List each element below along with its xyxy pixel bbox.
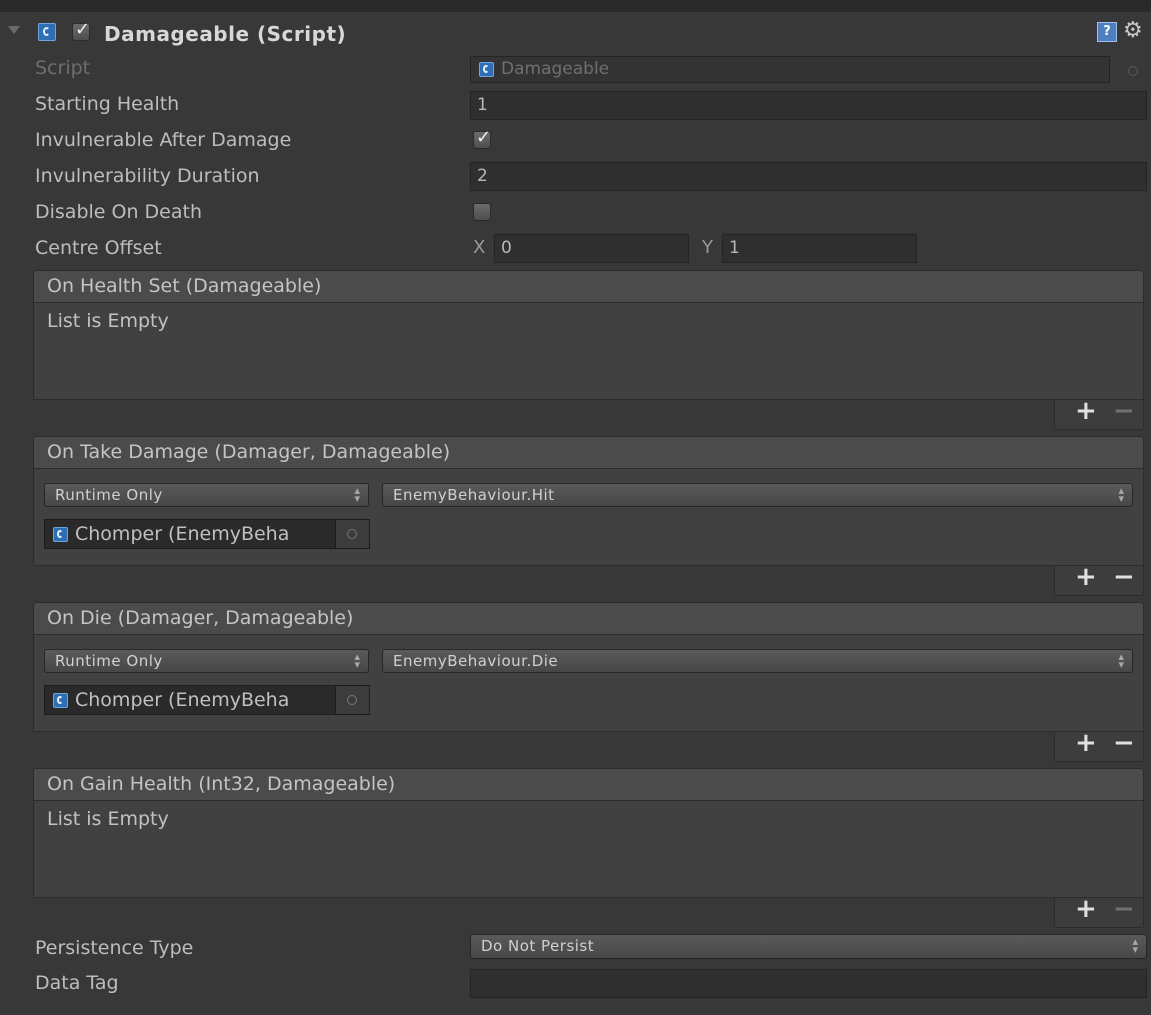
checkmark-icon: ✓: [476, 127, 492, 148]
function-dropdown[interactable]: EnemyBehaviour.Die ▴ ▾: [382, 649, 1133, 673]
starting-health-field[interactable]: 1: [470, 91, 1147, 120]
empty-list-text: List is Empty: [47, 310, 169, 332]
event-list: Runtime Only ▴ ▾ EnemyBehaviour.Die ▴ ▾ Ch…: [33, 634, 1144, 732]
y-axis-label: Y: [702, 237, 713, 258]
event-title: On Die (Damager, Damageable): [47, 607, 354, 629]
invulnerable-row: Invulnerable After Damage ✓: [0, 124, 1151, 158]
on-take-damage-event: On Take Damage (Damager, Damageable) Run…: [33, 436, 1144, 596]
add-button[interactable]: +: [1075, 894, 1097, 924]
component-header[interactable]: ✓ Damageable (Script) ? ⚙: [0, 12, 1151, 52]
add-button[interactable]: +: [1075, 562, 1097, 592]
on-health-set-event: On Health Set (Damageable) List is Empty…: [33, 270, 1144, 430]
centre-offset-x-field[interactable]: 0: [494, 234, 689, 263]
script-icon: [53, 527, 68, 542]
remove-button[interactable]: −: [1113, 894, 1135, 924]
data-tag-label: Data Tag: [35, 972, 119, 994]
event-list: Runtime Only ▴ ▾ EnemyBehaviour.Hit ▴ ▾ Ch…: [33, 468, 1144, 566]
target-object-name: Chomper (EnemyBeha: [75, 523, 290, 545]
persistence-type-dropdown[interactable]: Do Not Persist ▴ ▾: [470, 934, 1147, 959]
event-list: List is Empty: [33, 302, 1144, 400]
checkmark-icon: ✓: [75, 19, 91, 40]
script-icon: [53, 693, 68, 708]
event-list: List is Empty: [33, 800, 1144, 898]
dropdown-arrow-icon: ▴ ▾: [1118, 484, 1124, 505]
on-die-event: On Die (Damager, Damageable) Runtime Onl…: [33, 602, 1144, 762]
script-icon: [479, 62, 494, 77]
component-title: Damageable (Script): [104, 22, 347, 46]
remove-button[interactable]: −: [1113, 728, 1135, 758]
script-field: Damageable: [470, 56, 1110, 83]
event-header: On Die (Damager, Damageable): [33, 602, 1144, 634]
help-icon[interactable]: ?: [1097, 22, 1117, 42]
gear-icon[interactable]: ⚙: [1123, 18, 1143, 43]
list-footer: + −: [1054, 562, 1144, 596]
runtime-mode-dropdown[interactable]: Runtime Only ▴ ▾: [44, 483, 369, 507]
add-button[interactable]: +: [1075, 396, 1097, 426]
dropdown-arrow-icon: ▴ ▾: [1132, 935, 1138, 956]
x-axis-label: X: [473, 237, 486, 258]
dropdown-arrow-icon: ▴ ▾: [1118, 650, 1124, 671]
persistence-type-row: Persistence Type Do Not Persist ▴ ▾: [0, 930, 1151, 966]
component-enabled-checkbox[interactable]: ✓: [72, 19, 91, 41]
invulnerability-duration-field[interactable]: 2: [470, 162, 1147, 191]
centre-offset-y-field[interactable]: 1: [722, 234, 917, 263]
invulnerability-duration-row: Invulnerability Duration 2: [0, 160, 1151, 194]
runtime-mode-dropdown[interactable]: Runtime Only ▴ ▾: [44, 649, 369, 673]
remove-button[interactable]: −: [1113, 562, 1135, 592]
centre-offset-label: Centre Offset: [35, 237, 162, 259]
event-header: On Health Set (Damageable): [33, 270, 1144, 302]
centre-offset-row: Centre Offset X 0 Y 1: [0, 232, 1151, 266]
on-gain-health-event: On Gain Health (Int32, Damageable) List …: [33, 768, 1144, 928]
list-footer: + −: [1054, 728, 1144, 762]
data-tag-row: Data Tag: [0, 966, 1151, 1002]
object-picker-button[interactable]: [336, 519, 370, 549]
starting-health-label: Starting Health: [35, 93, 180, 115]
object-picker-icon: [347, 695, 357, 705]
event-header: On Take Damage (Damager, Damageable): [33, 436, 1144, 468]
script-field-value: Damageable: [501, 59, 610, 79]
remove-button[interactable]: −: [1113, 396, 1135, 426]
target-object-name: Chomper (EnemyBeha: [75, 689, 290, 711]
script-label: Script: [35, 57, 91, 79]
object-picker-icon: [347, 529, 357, 539]
object-picker-icon: [1128, 66, 1138, 76]
top-strip: [0, 0, 1151, 12]
invulnerability-duration-label: Invulnerability Duration: [35, 165, 260, 187]
data-tag-field[interactable]: [470, 969, 1147, 998]
event-title: On Gain Health (Int32, Damageable): [47, 773, 396, 795]
event-title: On Take Damage (Damager, Damageable): [47, 441, 451, 463]
script-icon: [38, 23, 56, 41]
invulnerable-checkbox[interactable]: ✓: [473, 127, 492, 149]
target-object-field[interactable]: Chomper (EnemyBeha: [44, 685, 336, 715]
empty-list-text: List is Empty: [47, 808, 169, 830]
disable-on-death-checkbox[interactable]: [473, 203, 491, 221]
event-header: On Gain Health (Int32, Damageable): [33, 768, 1144, 800]
invulnerable-label: Invulnerable After Damage: [35, 129, 292, 151]
list-footer: + −: [1054, 396, 1144, 430]
event-title: On Health Set (Damageable): [47, 275, 322, 297]
dropdown-arrow-icon: ▴ ▾: [354, 650, 360, 671]
starting-health-row: Starting Health 1: [0, 88, 1151, 122]
fold-arrow-icon[interactable]: [8, 26, 20, 34]
disable-on-death-label: Disable On Death: [35, 201, 203, 223]
script-row: Script Damageable: [0, 52, 1151, 86]
disable-on-death-row: Disable On Death: [0, 196, 1151, 230]
list-footer: + −: [1054, 894, 1144, 928]
target-object-field[interactable]: Chomper (EnemyBeha: [44, 519, 336, 549]
persistence-type-label: Persistence Type: [35, 937, 194, 959]
function-dropdown[interactable]: EnemyBehaviour.Hit ▴ ▾: [382, 483, 1133, 507]
add-button[interactable]: +: [1075, 728, 1097, 758]
dropdown-arrow-icon: ▴ ▾: [354, 484, 360, 505]
object-picker-button[interactable]: [336, 685, 370, 715]
